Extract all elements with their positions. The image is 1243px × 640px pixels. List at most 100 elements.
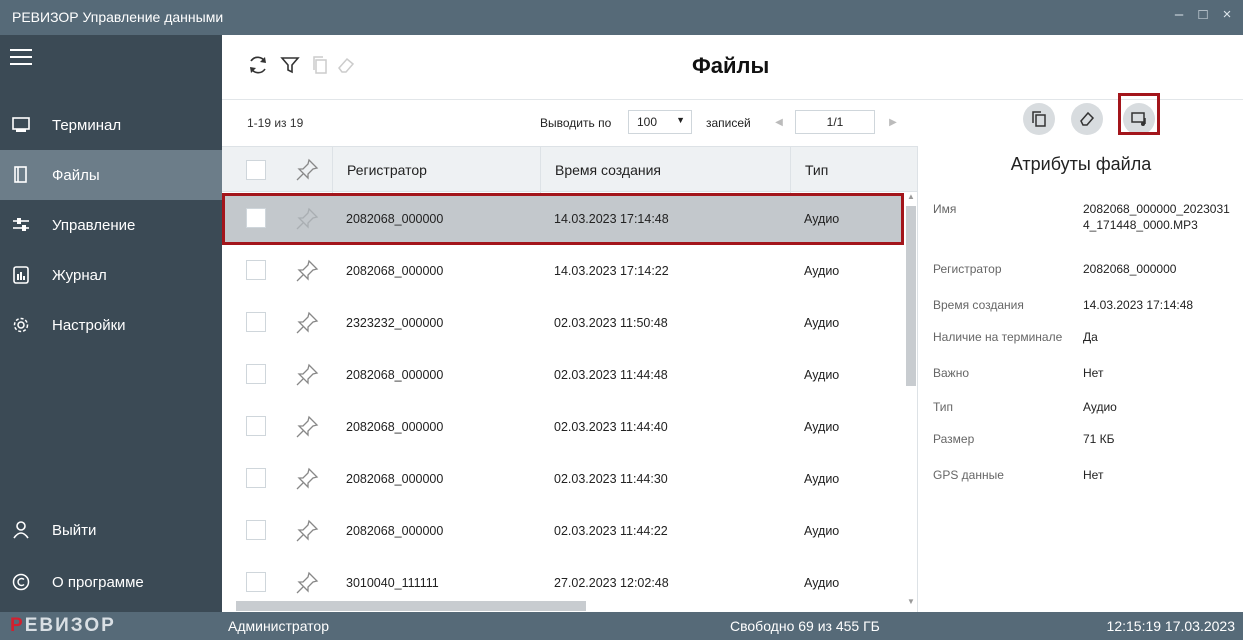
scrollbar-thumb[interactable]	[236, 601, 586, 611]
cell-created-time: 02.03.2023 11:44:48	[554, 368, 668, 382]
table-row[interactable]: 2082068_000000 14.03.2023 17:14:22 Аудио	[222, 245, 902, 297]
attr-key: Время создания	[933, 298, 1024, 312]
close-button[interactable]: ×	[1216, 6, 1238, 23]
minimize-button[interactable]: –	[1168, 6, 1190, 23]
current-user: Администратор	[228, 618, 330, 634]
table-row[interactable]: 2082068_000000 02.03.2023 11:44:48 Аудио	[222, 349, 902, 401]
maximize-button[interactable]: □	[1192, 6, 1214, 23]
cell-created-time: 14.03.2023 17:14:22	[554, 264, 669, 278]
user-icon	[10, 521, 32, 539]
row-checkbox[interactable]	[246, 520, 266, 540]
cell-created-time: 02.03.2023 11:44:30	[554, 472, 668, 486]
prev-page-button[interactable]: ◀	[768, 110, 790, 134]
cell-recorder: 2082068_000000	[346, 472, 444, 486]
attr-key: Имя	[933, 202, 957, 216]
logo: РЕВИЗОР	[10, 615, 116, 636]
copyright-icon	[10, 573, 32, 591]
cell-type: Аудио	[804, 420, 840, 434]
cell-recorder: 2082068_000000	[346, 368, 444, 382]
pin-icon[interactable]	[294, 310, 320, 336]
attr-value: Да	[1083, 330, 1098, 344]
status-bar: РЕВИЗОР Администратор Свободно 69 из 455…	[0, 612, 1243, 640]
about-button[interactable]: О программе	[0, 557, 222, 607]
logout-button[interactable]: Выйти	[0, 505, 222, 555]
cell-created-time: 02.03.2023 11:50:48	[554, 316, 668, 330]
table-row[interactable]: 2082068_000000 02.03.2023 11:44:30 Аудио	[222, 453, 902, 505]
row-checkbox[interactable]	[246, 416, 266, 436]
erase-icon[interactable]	[334, 53, 358, 77]
pin-icon[interactable]	[294, 414, 320, 440]
erase-button[interactable]	[1071, 103, 1103, 135]
hamburger-menu-icon[interactable]	[10, 49, 32, 67]
toolbar: Файлы	[222, 35, 1243, 100]
title-bar: РЕВИЗОР Управление данными – □ ×	[0, 0, 1243, 35]
attr-value: 14.03.2023 17:14:48	[1083, 298, 1194, 312]
column-created-time[interactable]: Время создания	[540, 147, 790, 193]
pin-icon[interactable]	[294, 362, 320, 388]
pin-icon[interactable]	[294, 258, 320, 284]
file-attributes-panel: Атрибуты файла Имя 2082068_000000_2023031…	[919, 93, 1243, 612]
attr-key: Размер	[933, 432, 975, 446]
refresh-icon[interactable]	[246, 53, 270, 77]
highlight-frame	[1118, 93, 1160, 135]
clock: 12:15:19 17.03.2023	[1106, 618, 1235, 634]
selection-highlight	[222, 193, 904, 245]
free-space: Свободно 69 из 455 ГБ	[730, 618, 880, 634]
sidebar-item-control[interactable]: Управление	[0, 200, 222, 250]
page-input[interactable]: 1/1	[795, 110, 875, 134]
cell-type: Аудио	[804, 316, 840, 330]
copy-icon[interactable]	[308, 53, 332, 77]
column-recorder[interactable]: Регистратор	[332, 147, 540, 193]
next-page-button[interactable]: ▶	[882, 110, 904, 134]
attr-value: Нет	[1083, 366, 1104, 380]
cell-type: Аудио	[804, 472, 840, 486]
files-icon	[10, 166, 32, 184]
vertical-scrollbar[interactable]: ▲ ▼	[904, 192, 918, 606]
table-header: Регистратор Время создания Тип	[222, 146, 917, 193]
cell-recorder: 2323232_000000	[346, 316, 444, 330]
column-type[interactable]: Тип	[790, 147, 917, 193]
attr-key: Важно	[933, 366, 970, 380]
sidebar-item-files[interactable]: Файлы	[0, 150, 222, 200]
attr-value: 71 КБ	[1083, 432, 1115, 446]
attr-key: GPS данные	[933, 468, 1004, 482]
row-checkbox[interactable]	[246, 260, 266, 280]
cell-created-time: 02.03.2023 11:44:40	[554, 420, 668, 434]
scrollbar-thumb[interactable]	[906, 206, 916, 386]
filter-icon[interactable]	[278, 53, 302, 77]
pin-icon[interactable]	[294, 466, 320, 492]
attr-key: Тип	[933, 400, 954, 414]
copy-button[interactable]	[1023, 103, 1055, 135]
row-checkbox[interactable]	[246, 468, 266, 488]
select-all-checkbox[interactable]	[246, 160, 266, 180]
pin-icon	[296, 158, 319, 181]
records-label: записей	[706, 116, 751, 130]
row-checkbox[interactable]	[246, 364, 266, 384]
attr-value: Аудио	[1083, 400, 1117, 414]
pin-icon[interactable]	[294, 570, 320, 596]
row-checkbox[interactable]	[246, 312, 266, 332]
horizontal-scrollbar[interactable]	[228, 600, 904, 612]
cell-created-time: 02.03.2023 11:44:22	[554, 524, 668, 538]
list-header: 1-19 из 19 Выводить по 100 ▼ записей ◀ 1…	[222, 100, 918, 146]
chevron-down-icon: ▼	[676, 115, 685, 125]
cell-recorder: 2082068_000000	[346, 524, 444, 538]
cell-type: Аудио	[804, 524, 840, 538]
cell-recorder: 2082068_000000	[346, 264, 444, 278]
pin-icon[interactable]	[294, 518, 320, 544]
sidebar-item-terminal[interactable]: Терминал	[0, 100, 222, 150]
sidebar-item-settings[interactable]: Настройки	[0, 300, 222, 350]
attr-value: 2082068_000000	[1083, 262, 1177, 276]
record-count: 1-19 из 19	[247, 116, 304, 130]
cell-recorder: 2082068_000000	[346, 420, 444, 434]
row-checkbox[interactable]	[246, 572, 266, 592]
table-row[interactable]: 2082068_000000 02.03.2023 11:44:22 Аудио	[222, 505, 902, 557]
window-title: РЕВИЗОР Управление данными	[12, 9, 224, 25]
journal-icon	[10, 266, 32, 284]
per-page-select[interactable]: 100 ▼	[628, 110, 692, 134]
gear-icon	[10, 316, 32, 334]
sidebar-item-journal[interactable]: Журнал	[0, 250, 222, 300]
table-row[interactable]: 2323232_000000 02.03.2023 11:50:48 Аудио	[222, 297, 902, 349]
table-row[interactable]: 2082068_000000 02.03.2023 11:44:40 Аудио	[222, 401, 902, 453]
attr-key: Регистратор	[933, 262, 1002, 276]
